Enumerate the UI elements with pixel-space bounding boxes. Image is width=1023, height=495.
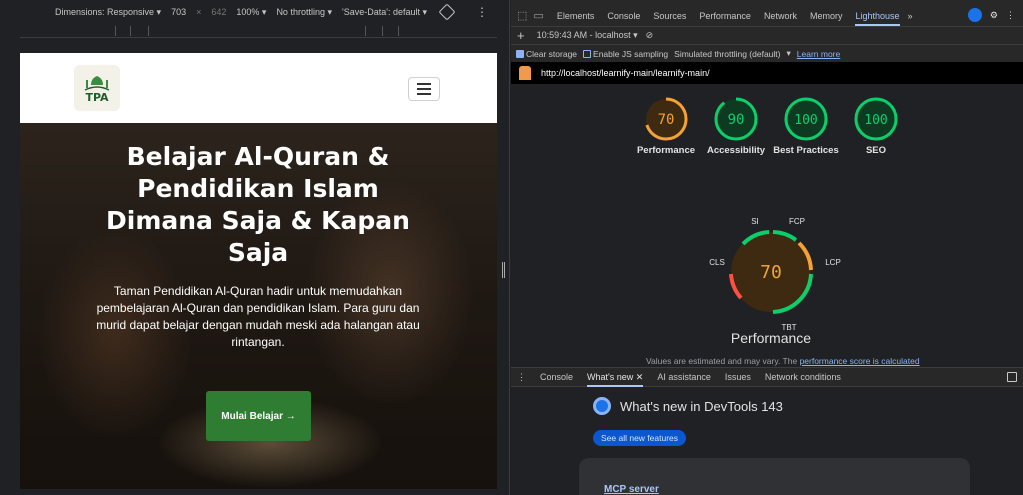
mcp-server-link[interactable]: MCP server	[604, 484, 659, 495]
gauge-performance-score: 70	[658, 112, 675, 128]
gauge-best-practices[interactable]: 100 Best Practices	[771, 96, 841, 157]
lighthouse-icon	[519, 66, 531, 80]
gauge-accessibility-score: 90	[728, 112, 745, 128]
throttling-dropdown-icon[interactable]: ▾	[786, 48, 790, 59]
more-options-icon[interactable]: ⋮	[476, 5, 488, 19]
gauge-seo-ring: 100	[854, 97, 898, 141]
report-select[interactable]: 10:59:43 AM - localhost ▾	[537, 30, 638, 41]
performance-big-score: 70	[760, 262, 782, 283]
inspect-element-icon[interactable]: ⬚	[517, 9, 527, 22]
tab-sources[interactable]: Sources	[653, 11, 686, 21]
metric-label-lcp: LCP	[825, 258, 841, 267]
ai-badge-icon[interactable]	[967, 8, 982, 22]
tab-performance[interactable]: Performance	[699, 11, 751, 21]
gauge-best-practices-ring: 100	[784, 97, 828, 141]
tab-console[interactable]: Console	[607, 11, 640, 21]
dimensions-select[interactable]: Dimensions: Responsive ▾	[55, 7, 161, 18]
lighthouse-report: 70 Performance 90 Accessibility 100 Best…	[511, 84, 1023, 367]
hero-section: Belajar Al-Quran & Pendidikan Islam Dima…	[20, 123, 497, 489]
gauge-accessibility-ring: 90	[714, 97, 758, 141]
whats-new-title: What's new in DevTools 143	[620, 398, 783, 414]
settings-gear-icon[interactable]: ⚙	[990, 10, 998, 21]
clear-icon[interactable]: ⊘	[646, 30, 654, 41]
hamburger-menu-button[interactable]	[408, 77, 440, 101]
report-url-bar: http://localhost/learnify-main/learnify-…	[511, 62, 1023, 84]
gauge-performance-ring: 70	[644, 97, 688, 141]
throttling-label: Simulated throttling (default)	[674, 48, 781, 59]
see-all-features-button[interactable]: See all new features	[593, 430, 687, 446]
gauge-performance[interactable]: 70 Performance	[631, 96, 701, 157]
drawer-menu-icon[interactable]: ⋮	[517, 372, 526, 383]
gauge-seo[interactable]: 100 SEO	[841, 96, 911, 157]
mosque-icon	[84, 75, 110, 91]
device-emulation-pane: Dimensions: Responsive ▾ 703 × 642 100% …	[0, 0, 510, 495]
drawer-tab-network-conditions[interactable]: Network conditions	[765, 372, 841, 382]
gauge-seo-score: 100	[864, 113, 887, 128]
tab-elements[interactable]: Elements	[557, 11, 595, 21]
metric-label-si: SI	[751, 217, 759, 226]
whats-new-panel: What's new in DevTools 143 See all new f…	[511, 387, 1023, 495]
performance-metric-gauge: 70 SI FCP LCP TBT CLS	[709, 217, 841, 332]
gauge-seo-label: SEO	[865, 145, 887, 156]
report-url[interactable]: http://localhost/learnify-main/learnify-…	[541, 68, 710, 78]
drawer-tab-ai-assistance[interactable]: AI assistance	[657, 372, 711, 382]
lighthouse-toolbar: + 10:59:43 AM - localhost ▾ ⊘	[511, 27, 1023, 45]
metric-label-fcp: FCP	[789, 217, 805, 226]
tab-lighthouse[interactable]: Lighthouse	[855, 11, 900, 26]
devtools-tabbar: ⬚ ▭ Elements Console Sources Performance…	[511, 5, 1023, 27]
performance-title: Performance	[730, 330, 812, 346]
throttling-select[interactable]: No throttling ▾	[276, 7, 332, 18]
logo-text: TPA	[85, 90, 109, 104]
category-gauges: 70 Performance 90 Accessibility 100 Best…	[631, 96, 911, 176]
gauge-best-practices-score: 100	[794, 113, 817, 128]
save-data-select[interactable]: 'Save-Data': default ▾	[342, 7, 427, 18]
drawer-tabbar: ⋮ Console What's new ✕ AI assistance Iss…	[511, 367, 1023, 387]
devtools-panel: ⬚ ▭ Elements Console Sources Performance…	[511, 0, 1023, 495]
drawer-tab-whats-new[interactable]: What's new ✕	[587, 372, 644, 387]
app-root: Dimensions: Responsive ▾ 703 × 642 100% …	[0, 0, 1023, 495]
dimension-separator: ×	[196, 7, 202, 17]
tab-memory[interactable]: Memory	[810, 11, 843, 21]
start-learning-button[interactable]: Mulai Belajar →	[206, 391, 311, 441]
performance-detail: 70 SI FCP LCP TBT CLS Performance	[701, 210, 841, 360]
resize-handle[interactable]	[502, 262, 505, 278]
dock-panel-icon[interactable]	[1007, 372, 1017, 382]
devtools-actions: ⚙ ⋮	[967, 8, 1015, 22]
devtools-menu-icon[interactable]: ⋮	[1006, 10, 1015, 21]
device-toggle-icon[interactable]: ▭	[533, 9, 543, 22]
drawer-tab-console[interactable]: Console	[540, 372, 573, 382]
more-tabs-icon[interactable]: »	[908, 11, 913, 21]
feature-card: MCP server	[579, 458, 970, 495]
hero-description: Taman Pendidikan Al-Quran hadir untuk me…	[96, 284, 420, 349]
height-input[interactable]: 642	[211, 7, 226, 17]
whats-new-header: What's new in DevTools 143	[593, 397, 783, 415]
learn-more-link[interactable]: Learn more	[797, 49, 840, 59]
footnote-text: Values are estimated and may vary. The	[646, 356, 800, 366]
clear-storage-checkbox[interactable]: Clear storage	[516, 49, 577, 59]
site-header: TPA	[20, 53, 497, 123]
chrome-icon	[593, 397, 611, 415]
clear-storage-label: Clear storage	[526, 48, 578, 59]
site-logo[interactable]: TPA	[74, 65, 120, 111]
gauge-performance-label: Performance	[636, 145, 696, 156]
js-sampling-checkbox[interactable]: Enable JS sampling	[583, 49, 668, 59]
lighthouse-options: Clear storage Enable JS sampling Simulat…	[511, 45, 1023, 62]
js-sampling-label: Enable JS sampling	[593, 48, 669, 59]
hero-title: Belajar Al-Quran & Pendidikan Islam Dima…	[106, 142, 410, 267]
drawer-tab-issues[interactable]: Issues	[725, 372, 751, 382]
emulated-viewport: TPA Belajar Al-Quran & Pendidikan Islam …	[20, 53, 497, 489]
score-footnote: Values are estimated and may vary. The p…	[646, 356, 920, 366]
metric-label-cls: CLS	[709, 258, 725, 267]
gauge-accessibility-label: Accessibility	[706, 145, 766, 156]
device-toolbar: Dimensions: Responsive ▾ 703 × 642 100% …	[0, 0, 510, 24]
zoom-select[interactable]: 100% ▾	[236, 7, 266, 18]
new-report-icon[interactable]: +	[517, 28, 525, 43]
rotate-icon[interactable]	[438, 3, 456, 21]
tab-network[interactable]: Network	[764, 11, 797, 21]
gauge-best-practices-label: Best Practices	[773, 145, 839, 156]
gauge-accessibility[interactable]: 90 Accessibility	[701, 96, 771, 157]
width-input[interactable]: 703	[171, 7, 186, 17]
media-query-ruler	[20, 24, 497, 38]
score-calculated-link[interactable]: performance score is calculated	[800, 356, 920, 366]
